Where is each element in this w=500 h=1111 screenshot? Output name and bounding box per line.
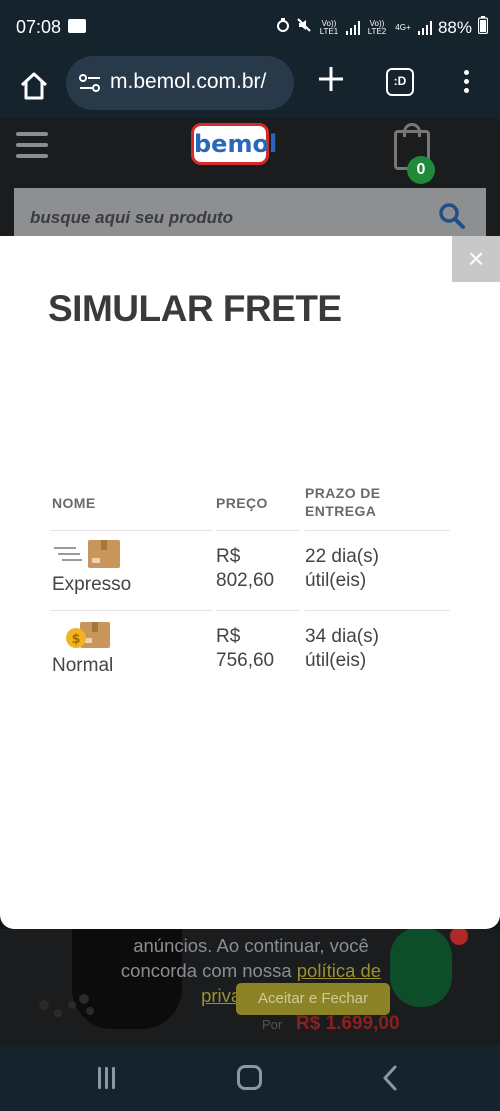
- divider: [216, 530, 300, 531]
- battery-level: 88%: [437, 17, 472, 37]
- signal2-icon: [417, 20, 432, 35]
- shipping-deadline: 34 dia(s): [305, 626, 379, 647]
- status-icons: Vo)) LTE1 Vo)) LTE2 4G+ 88%: [276, 16, 489, 39]
- plus-icon: [319, 67, 343, 91]
- shipping-price-currency: R$: [216, 626, 241, 647]
- tab-switcher-button[interactable]: :D: [386, 68, 414, 96]
- logo-text: bemol: [194, 130, 278, 158]
- divider: [305, 610, 450, 611]
- search-icon[interactable]: [438, 202, 466, 230]
- system-navigation-bar: [0, 1045, 500, 1111]
- more-options-icon[interactable]: [458, 68, 474, 98]
- shipping-price: 756,60: [216, 650, 275, 671]
- svg-text:$: $: [71, 632, 80, 647]
- shipping-simulator-modal: × SIMULAR FRETE NOME PREÇO PRAZO DE ENTR…: [0, 236, 500, 929]
- back-icon[interactable]: [380, 1065, 400, 1091]
- alarm-icon: [276, 17, 290, 38]
- search-input[interactable]: busque aqui seu produto: [30, 208, 233, 228]
- new-tab-button[interactable]: [316, 64, 346, 94]
- shipping-deadline: 22 dia(s): [305, 546, 379, 567]
- bemol-logo[interactable]: bemol: [191, 123, 278, 165]
- home-nav-icon[interactable]: [237, 1065, 262, 1090]
- accept-cookies-button[interactable]: Aceitar e Fechar: [236, 983, 390, 1015]
- network-type: 4G+: [395, 22, 411, 32]
- product-price: R$ 1.699,00: [296, 1013, 400, 1034]
- economy-delivery-icon: $: [64, 618, 112, 657]
- volte2-indicator: Vo)) LTE2: [367, 18, 387, 36]
- column-header-name: NOME: [52, 495, 96, 511]
- home-button[interactable]: [16, 68, 52, 104]
- battery-icon: [477, 16, 489, 39]
- shipping-price-currency: R$: [216, 546, 241, 567]
- volte1-indicator: Vo)) LTE1: [319, 18, 339, 36]
- page-background-content: anúncios. Ao continuar, você concorda co…: [0, 929, 500, 1045]
- divider: [50, 610, 213, 611]
- divider: [50, 530, 213, 531]
- express-delivery-icon: [52, 536, 124, 575]
- site-settings-icon[interactable]: [78, 73, 102, 93]
- price-label: Por: [262, 1017, 283, 1032]
- column-header-deadline: PRAZO DE ENTREGA: [305, 485, 381, 519]
- close-icon[interactable]: ×: [452, 236, 500, 282]
- url-text[interactable]: m.bemol.com.br/: [110, 70, 266, 94]
- notification-badge: [450, 929, 468, 945]
- menu-icon[interactable]: [16, 132, 48, 160]
- mute-icon: [296, 17, 312, 38]
- shipping-name: Normal: [52, 655, 114, 676]
- status-time: 07:08: [16, 17, 62, 37]
- cart-count-badge: 0: [407, 156, 435, 184]
- shipping-deadline-unit: útil(eis): [305, 650, 367, 671]
- divider: [216, 610, 300, 611]
- shipping-deadline-unit: útil(eis): [305, 570, 367, 591]
- address-bar[interactable]: m.bemol.com.br/: [66, 56, 294, 110]
- status-bar: 07:08 Vo)) LTE1 Vo)) LTE2 4G+ 88%: [0, 0, 500, 56]
- shipping-name: Expresso: [52, 574, 132, 595]
- recent-apps-icon[interactable]: [98, 1067, 120, 1089]
- divider: [305, 530, 450, 531]
- shipping-price: 802,60: [216, 570, 275, 591]
- modal-title: SIMULAR FRETE: [48, 288, 342, 329]
- home-icon: [20, 72, 48, 100]
- column-header-price: PREÇO: [216, 495, 268, 511]
- browser-toolbar: m.bemol.com.br/ :D: [0, 56, 500, 118]
- signal1-icon: [345, 20, 360, 35]
- site-header: bemol 0 busque aqui seu produto: [0, 118, 500, 244]
- voicemail-icon: [68, 19, 86, 33]
